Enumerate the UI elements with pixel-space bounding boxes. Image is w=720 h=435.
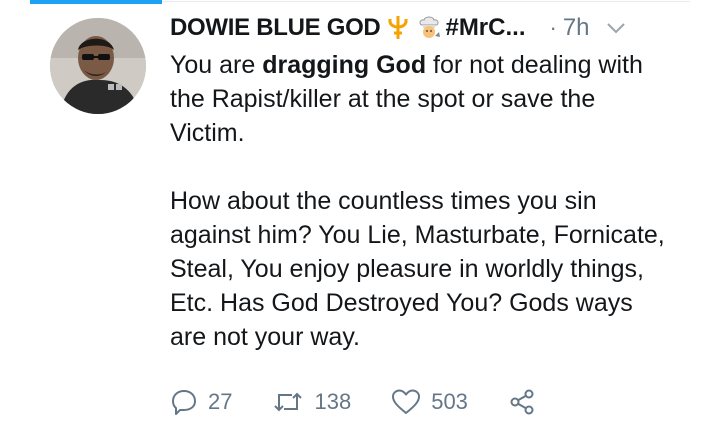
chef-emoji-icon <box>416 15 442 41</box>
body-text-rest: for not dealing with the Rapist/killer a… <box>170 51 665 351</box>
avatar[interactable] <box>50 18 146 114</box>
author-name[interactable]: DOWIE BLUE GOD <box>170 14 381 42</box>
timestamp[interactable]: 7h <box>563 14 590 42</box>
tweet-actions: 27 138 503 <box>170 388 546 416</box>
chevron-down-icon[interactable] <box>606 22 626 34</box>
reply-icon <box>172 390 196 415</box>
tweet: DOWIE BLUE GOD #MrC... · 7h You are drag… <box>170 10 700 354</box>
body-text-bold: dragging God <box>262 51 427 79</box>
heart-icon <box>392 389 421 414</box>
retweet-button[interactable]: 138 <box>272 388 351 416</box>
top-divider <box>162 1 690 2</box>
tweet-body: You are dragging God for not dealing wit… <box>170 48 670 354</box>
like-count: 503 <box>431 389 468 414</box>
reply-button[interactable]: 27 <box>170 388 232 416</box>
handle-text[interactable]: #MrC... <box>445 14 525 42</box>
tab-active-indicator <box>30 0 162 4</box>
separator-dot: · <box>549 15 557 40</box>
like-button[interactable]: 503 <box>391 388 468 416</box>
share-button[interactable] <box>508 388 546 416</box>
body-text-intro: You are <box>170 51 263 79</box>
retweet-count: 138 <box>314 389 352 414</box>
reply-count: 27 <box>208 389 233 414</box>
retweet-icon <box>274 392 303 412</box>
share-icon <box>510 389 534 415</box>
trident-emoji-icon <box>385 15 411 41</box>
tweet-header: DOWIE BLUE GOD #MrC... · 7h <box>170 10 700 46</box>
